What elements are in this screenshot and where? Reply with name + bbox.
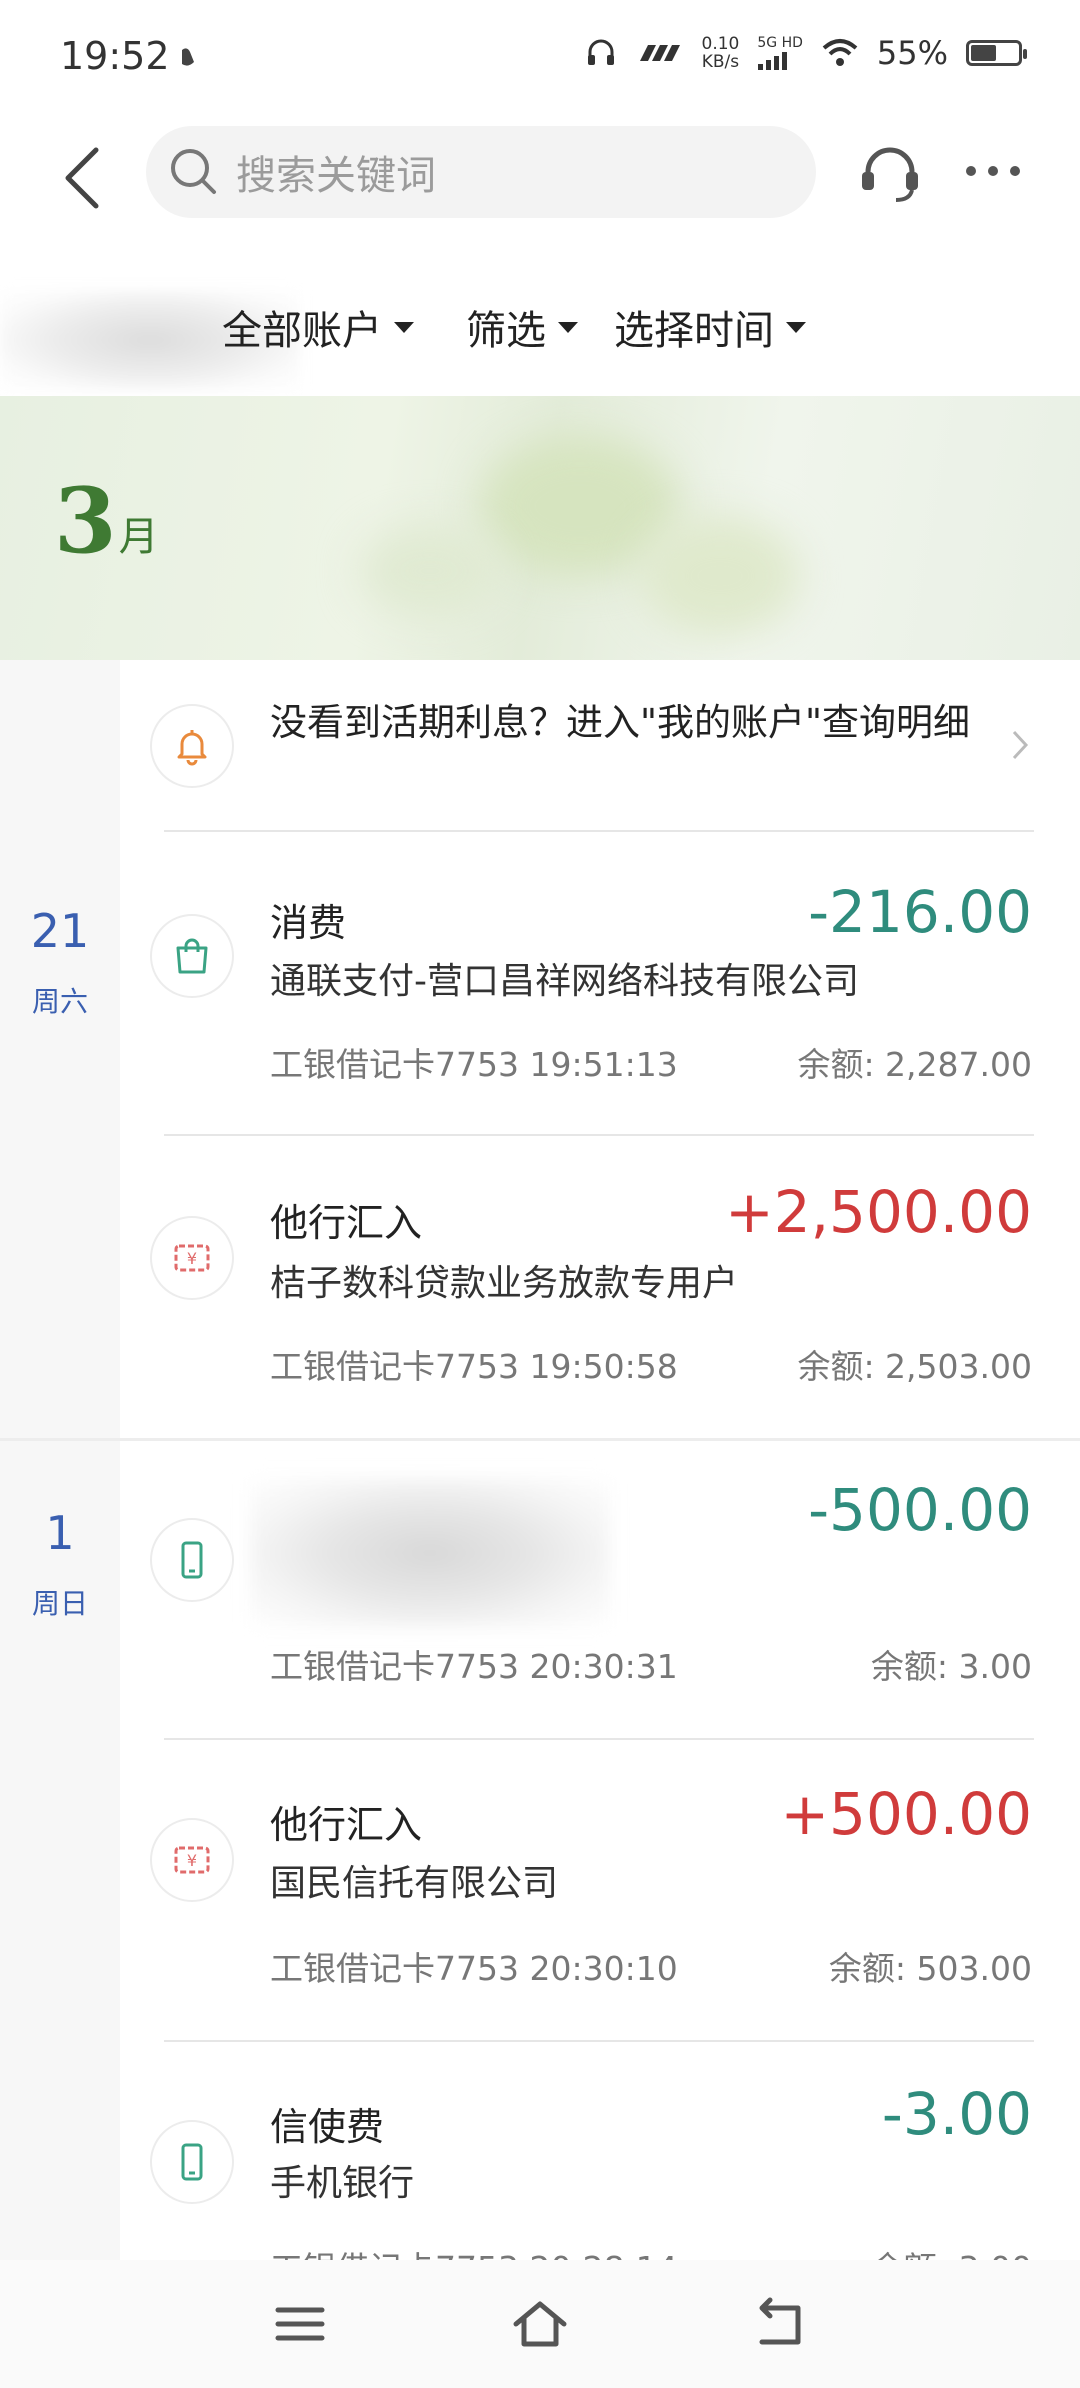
dropdown-triangle-icon [786,321,806,333]
signal-icon [758,52,788,70]
tx-icon-circle: ¥ [150,1818,234,1902]
bell-icon [177,730,207,766]
battery-fill [971,45,996,61]
tx-counterparty: 手机银行 [270,2163,415,2204]
tx-icon-circle [150,914,234,998]
date-weekday: 周六 [31,985,88,1018]
filter-bar: 全部账户 筛选 选择时间 [0,270,1080,390]
tx-balance: 余额: 2,287.00 [797,1045,1032,1084]
battery-icon [966,40,1027,66]
svg-text:¥: ¥ [187,1249,197,1268]
tx-amount: +500.00 [780,1780,1032,1848]
back-nav-icon[interactable] [750,2294,810,2354]
tx-balance: 余额: 503.00 [828,1949,1032,1988]
tx-balance: 余额: 2,503.00 [797,1347,1032,1386]
headphone-status-icon [587,39,614,65]
redacted-area [250,1478,610,1628]
dropdown-triangle-icon [558,321,578,333]
search-icon [171,149,216,194]
customer-service-icon[interactable] [858,142,922,206]
shopping-bag-icon [176,938,208,974]
month-label: 3 月 [54,468,159,574]
tx-amount: +2,500.00 [725,1178,1032,1246]
tx-amount: -3.00 [881,2080,1032,2148]
signal-indicator: 5G HD [757,36,803,70]
dropdown-triangle-icon [394,321,414,333]
phone-icon [181,1541,203,1579]
search-placeholder: 搜索关键词 [236,153,436,199]
net-speed: 0.10 KB/s [701,34,740,72]
date-day: 21 [30,904,90,958]
tx-counterparty: 国民信托有限公司 [270,1863,559,1904]
phone-icon [181,2143,203,2181]
tx-card-time: 工银借记卡7753 20:28:14 [270,2242,678,2260]
more-menu-icon[interactable] [966,166,1020,176]
month-banner: 3 月 [0,396,1080,660]
tx-amount: -216.00 [808,878,1032,946]
tx-title: 信使费 [270,2105,385,2149]
tx-card-time: 工银借记卡7753 20:30:10 [270,1949,678,1988]
date-column [0,1441,120,2260]
status-bar: 19:52 0.10 KB/s 5G HD 55% [0,0,1080,120]
wifi-icon [822,39,858,66]
tx-title: 他行汇入 [270,1201,423,1245]
transaction-list: 21 周六 1 周日 没看到活期利息？进入"我的账户"查询明细 消费 -216.… [0,660,1080,2260]
chevron-right-icon [1012,730,1029,760]
battery-percent: 55% [876,34,948,72]
date-day: 1 [45,1506,75,1560]
tx-card-time: 工银借记卡7753 19:51:13 [270,1045,678,1084]
date-column [0,660,120,1438]
system-nav-bar [0,2260,1080,2388]
carrier-icon [639,45,680,61]
tx-title: 他行汇入 [270,1803,423,1847]
filter-time[interactable]: 选择时间 [614,298,806,356]
tx-counterparty: 桔子数科贷款业务放款专用户 [270,1263,739,1304]
notice-icon-circle [150,704,234,788]
date-weekday: 周日 [31,1587,88,1620]
top-header: 搜索关键词 [0,120,1080,240]
svg-text:¥: ¥ [187,1851,197,1870]
tx-balance: 余额: 3.00 [870,1647,1032,1686]
filter-options[interactable]: 筛选 [466,298,578,356]
tx-icon-circle: ¥ [150,1216,234,1300]
notice-text: 没看到活期利息？进入"我的账户"查询明细 [270,701,971,744]
tx-amount: -500.00 [808,1476,1032,1544]
tx-card-time: 工银借记卡7753 20:30:31 [270,1647,678,1686]
tx-title: 消费 [270,901,347,945]
filter-account[interactable]: 全部账户 [222,298,414,356]
tx-icon-circle [150,1518,234,1602]
search-bar[interactable]: 搜索关键词 [146,126,816,218]
transfer-icon: ¥ [174,1846,210,1874]
status-time: 19:52 [60,34,170,78]
back-arrow-icon[interactable] [56,142,116,214]
tx-balance: 余额: 3.00 [871,2242,1032,2260]
home-icon[interactable] [510,2294,570,2354]
tx-card-time: 工银借记卡7753 19:50:58 [270,1347,678,1386]
notification-icon [182,48,194,66]
transfer-icon: ¥ [174,1244,210,1272]
tx-icon-circle [150,2120,234,2204]
tx-counterparty: 通联支付-营口昌祥网络科技有限公司 [270,961,859,1002]
menu-icon[interactable] [270,2294,330,2354]
